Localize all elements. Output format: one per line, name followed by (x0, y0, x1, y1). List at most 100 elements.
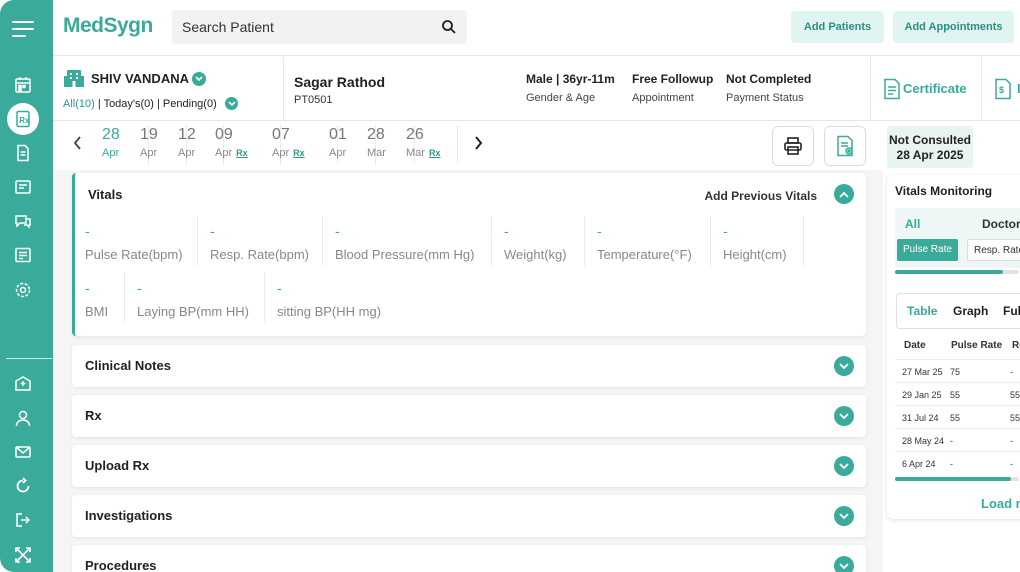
hospital-icon[interactable] (13, 373, 33, 393)
vital-label: Laying BP(mm HH) (137, 304, 249, 319)
appointment-filter[interactable]: All(10) | Today's(0) | Pending(0) (63, 98, 217, 110)
vital-value: - (137, 280, 142, 296)
vital-item[interactable]: - Blood Pressure(mm Hg) (335, 223, 474, 262)
chevron-right-icon[interactable] (471, 135, 485, 151)
add-patients-button[interactable]: Add Patients (791, 11, 884, 43)
vital-item[interactable]: - Resp. Rate(bpm) (210, 223, 309, 262)
filter-scrollbar[interactable] (895, 270, 1019, 274)
billing-icon[interactable] (13, 177, 33, 197)
chevron-down-icon[interactable] (834, 456, 854, 476)
chevron-down-icon[interactable] (834, 406, 854, 426)
vital-label: Blood Pressure(mm Hg) (335, 247, 475, 262)
filter-chevron-icon[interactable] (225, 97, 238, 110)
section-card[interactable]: Rx (72, 395, 866, 437)
preview-button[interactable] (824, 126, 866, 166)
svg-text:Rx: Rx (19, 116, 30, 125)
visit-month: Mar (367, 147, 386, 159)
appointment-type: Free Followup Appointment (632, 72, 713, 104)
visit-date-item[interactable]: 07 Apr Rx (272, 125, 324, 159)
fullscreen-icon[interactable] (13, 545, 33, 565)
rx-link[interactable]: Rx (293, 148, 305, 158)
calendar-icon[interactable] (13, 75, 33, 95)
section-card[interactable]: Investigations (72, 495, 866, 537)
print-button[interactable] (772, 126, 814, 166)
section-card[interactable]: Procedures (72, 545, 866, 572)
tab-all[interactable]: All (905, 217, 920, 231)
vital-item[interactable]: - Pulse Rate(bpm) (85, 223, 183, 262)
section-card[interactable]: Upload Rx (72, 445, 866, 487)
chevron-down-icon[interactable] (834, 556, 854, 572)
search-input[interactable]: Search Patient (172, 10, 467, 44)
vital-divider (491, 216, 492, 266)
menu-icon[interactable] (12, 18, 36, 38)
certificate-label: Certificate (903, 81, 967, 96)
status-line1: Not Consulted (889, 133, 971, 147)
monitoring-cell-pulse: - (950, 459, 953, 469)
chevron-left-icon[interactable] (71, 135, 85, 151)
invoice-button[interactable]: $ I (981, 57, 1020, 121)
rx-link[interactable]: Rx (236, 148, 248, 158)
filter-all[interactable]: All(10) (63, 98, 95, 110)
vital-divider (803, 216, 804, 266)
tab-doctor[interactable]: Doctor (982, 217, 1020, 231)
chevron-down-icon[interactable] (834, 506, 854, 526)
pulse-rate-filter[interactable]: Pulse Rate (897, 239, 958, 261)
logout-icon[interactable] (13, 510, 33, 530)
chevron-down-icon[interactable] (834, 356, 854, 376)
chat-icon[interactable] (13, 211, 33, 231)
add-appointments-button[interactable]: Add Appointments (893, 11, 1014, 43)
view-full-tab[interactable]: Full (1003, 304, 1020, 318)
collapse-vitals-icon[interactable] (834, 184, 854, 204)
refresh-icon[interactable] (13, 476, 33, 496)
monitoring-cell-resp: - (1010, 459, 1013, 469)
rx-link[interactable]: Rx (429, 148, 441, 158)
chevron-down-icon[interactable] (192, 72, 206, 86)
section-card[interactable]: Clinical Notes (72, 345, 866, 387)
row-divider (895, 405, 1020, 406)
load-more-link[interactable]: Load m (981, 496, 1020, 511)
sidebar: Rx (0, 0, 53, 572)
report-icon[interactable] (13, 245, 33, 265)
vital-value: - (504, 223, 509, 239)
gender-age-label: Gender & Age (526, 92, 596, 104)
col-date: Date (904, 340, 926, 351)
resp-rate-filter[interactable]: Resp. Rate (967, 239, 1020, 261)
add-previous-vitals-button[interactable]: Add Previous Vitals (705, 189, 817, 203)
visit-day: 26 (406, 126, 424, 143)
vital-label: Temperature(°F) (597, 247, 692, 262)
document-icon[interactable] (13, 143, 33, 163)
doctor-icon[interactable] (13, 408, 33, 428)
vital-value: - (597, 223, 602, 239)
visit-month-row: Apr Rx (215, 147, 267, 159)
prescription-icon[interactable]: Rx (7, 103, 39, 135)
visit-date-item[interactable]: 09 Apr Rx (215, 125, 267, 159)
appointment-value: Free Followup (632, 72, 714, 86)
row-divider (895, 451, 1020, 452)
vital-item[interactable]: - Height(cm) (723, 223, 787, 262)
vital-item[interactable]: - BMI (85, 280, 108, 319)
search-icon[interactable] (441, 19, 457, 35)
vital-divider (584, 216, 585, 266)
vital-item[interactable]: - Laying BP(mm HH) (137, 280, 249, 319)
certificate-button[interactable]: Certificate (870, 57, 980, 121)
printer-icon (784, 137, 802, 155)
view-table-tab[interactable]: Table (907, 304, 937, 318)
vital-label: sitting BP(HH mg) (277, 304, 382, 319)
section-title: Investigations (85, 508, 173, 523)
clinic-selector[interactable]: SHIV VANDANA All(10) | Today's(0) | Pend… (53, 57, 284, 121)
settings-icon[interactable] (13, 280, 33, 300)
visit-day: 07 (272, 126, 290, 143)
svg-text:$: $ (999, 85, 1004, 95)
payment-value: Not Completed (726, 72, 812, 86)
vital-item[interactable]: - Weight(kg) (504, 223, 567, 262)
appointment-label: Appointment (632, 92, 694, 104)
vital-item[interactable]: - sitting BP(HH mg) (277, 280, 381, 319)
table-scrollbar[interactable] (895, 477, 1019, 481)
certificate-icon (884, 78, 900, 100)
visit-date-item[interactable]: 26 Mar Rx (406, 125, 458, 159)
mail-icon[interactable] (13, 442, 33, 462)
filter-others[interactable]: | Today's(0) | Pending(0) (95, 98, 217, 110)
view-graph-tab[interactable]: Graph (953, 304, 988, 318)
gender-age: Male | 36yr-11m Gender & Age (526, 72, 615, 104)
vital-item[interactable]: - Temperature(°F) (597, 223, 692, 262)
